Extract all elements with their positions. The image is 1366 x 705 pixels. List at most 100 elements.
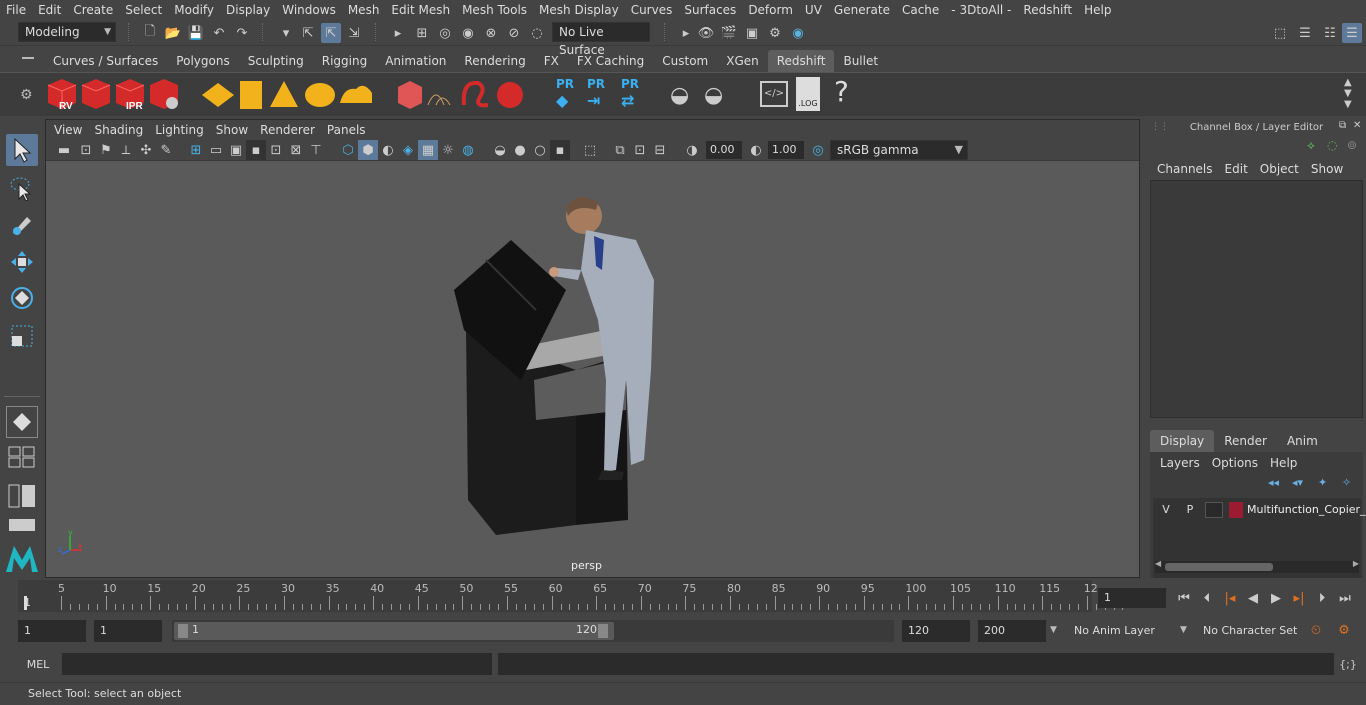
shelf-tab-xgen[interactable]: XGen bbox=[717, 50, 768, 72]
exposure-field[interactable]: 0.00 bbox=[706, 141, 742, 159]
channel-menu-channels[interactable]: Channels bbox=[1151, 162, 1219, 176]
pr-icon-2[interactable]: PR ⇥ bbox=[587, 77, 605, 110]
channel-box-toggle-icon[interactable]: ☰ bbox=[1342, 23, 1362, 43]
snap-plane-icon[interactable]: ⊗ bbox=[481, 23, 501, 43]
shelf-tab-rigging[interactable]: Rigging bbox=[313, 50, 376, 72]
layer-display-type[interactable] bbox=[1205, 502, 1223, 518]
channel-menu-object[interactable]: Object bbox=[1254, 162, 1305, 176]
workspace-dropdown[interactable]: Modeling ▼ bbox=[18, 22, 116, 42]
shelf-tab-fx-caching[interactable]: FX Caching bbox=[568, 50, 653, 72]
scene-model[interactable] bbox=[426, 180, 686, 550]
shelf-tab-redshift[interactable]: Redshift bbox=[767, 50, 835, 72]
grid-icon[interactable]: ⊞ bbox=[186, 140, 206, 160]
new-layer-icon[interactable]: ✦ bbox=[1318, 476, 1327, 489]
snap-surface-icon[interactable]: ⊘ bbox=[504, 23, 524, 43]
viewport-menu-shading[interactable]: Shading bbox=[88, 120, 149, 140]
shelf-tab-custom[interactable]: Custom bbox=[653, 50, 717, 72]
move-layer-up-icon[interactable]: ◂◂ bbox=[1268, 476, 1279, 489]
wireframe-icon[interactable]: ⬡ bbox=[338, 140, 358, 160]
menu-mesh[interactable]: Mesh bbox=[342, 0, 386, 20]
two-d-pan-icon[interactable]: ✣ bbox=[136, 140, 156, 160]
attribute-editor-icon[interactable]: ☰ bbox=[1295, 23, 1315, 43]
time-slider-track[interactable]: 1 5 10 15 20 25 30 35 40 45 50 55 60 65 70 75 80 85 90 95 1… bbox=[18, 580, 1124, 612]
menu-edit-mesh[interactable]: Edit Mesh bbox=[385, 0, 456, 20]
play-backward-icon[interactable]: ◀ bbox=[1243, 588, 1263, 608]
range-slider[interactable]: 1 120 bbox=[172, 620, 894, 642]
anim-layer-dropdown[interactable]: No Anim Layer bbox=[1068, 620, 1178, 642]
bowl-icon-1[interactable]: ◒ bbox=[670, 83, 689, 108]
gate-mask-icon[interactable]: ▪ bbox=[246, 140, 266, 160]
menu-select[interactable]: Select bbox=[119, 0, 168, 20]
viewport-menu-renderer[interactable]: Renderer bbox=[254, 120, 321, 140]
bowl-icon-2[interactable]: ◒ bbox=[704, 83, 723, 108]
animation-end-field[interactable]: 200 bbox=[978, 620, 1046, 642]
menu-curves[interactable]: Curves bbox=[625, 0, 679, 20]
xray-icon[interactable]: ▪ bbox=[550, 140, 570, 160]
menu-file[interactable]: File bbox=[0, 0, 32, 20]
play-forward-icon[interactable]: ▶ bbox=[1266, 588, 1286, 608]
snap-curve-icon[interactable]: ◎ bbox=[435, 23, 455, 43]
range-handle-right[interactable] bbox=[598, 624, 608, 638]
field-chart-icon[interactable]: ⊡ bbox=[266, 140, 286, 160]
safe-title-icon[interactable]: ⊤ bbox=[306, 140, 326, 160]
select-component-icon[interactable]: ⇱ bbox=[321, 23, 341, 43]
current-frame-field[interactable]: 1 bbox=[1098, 588, 1166, 608]
playback-end-field[interactable]: 120 bbox=[902, 620, 970, 642]
select-tool-icon[interactable] bbox=[6, 134, 38, 166]
layer-playback-toggle[interactable]: P bbox=[1181, 502, 1199, 518]
step-forward-frame-icon[interactable]: ▸| bbox=[1289, 588, 1309, 608]
go-to-start-icon[interactable]: ⏮ bbox=[1174, 588, 1194, 608]
grease-pencil-icon[interactable]: ✎ bbox=[156, 140, 176, 160]
shelf-tab-animation[interactable]: Animation bbox=[376, 50, 455, 72]
smooth-shade-icon[interactable]: ⬢ bbox=[358, 140, 378, 160]
help-icon[interactable]: ? bbox=[834, 75, 849, 108]
modeling-toolkit-icon[interactable]: ⬚ bbox=[1270, 23, 1290, 43]
layer-scrollbar[interactable]: ◀ ▶ bbox=[1155, 559, 1359, 573]
xray-active-icon[interactable]: ⊡ bbox=[630, 140, 650, 160]
menu-windows[interactable]: Windows bbox=[276, 0, 342, 20]
menu-edit[interactable]: Edit bbox=[32, 0, 67, 20]
menu-cache[interactable]: Cache bbox=[896, 0, 945, 20]
bookmark-icon[interactable]: ⚑ bbox=[96, 140, 116, 160]
paint-select-icon[interactable] bbox=[6, 208, 38, 240]
shaded-wireframe-icon[interactable]: ◐ bbox=[378, 140, 398, 160]
use-lights-icon[interactable]: ▦ bbox=[418, 140, 438, 160]
channel-menu-edit[interactable]: Edit bbox=[1219, 162, 1254, 176]
select-by-type-icon[interactable]: ⇲ bbox=[344, 23, 364, 43]
menu-mesh-display[interactable]: Mesh Display bbox=[533, 0, 625, 20]
exposure-icon[interactable]: ◑ bbox=[682, 140, 702, 160]
history-icon[interactable]: ▸ bbox=[676, 23, 696, 43]
log-icon[interactable]: .LOG bbox=[796, 77, 820, 111]
xray-joints-icon[interactable]: ⧉ bbox=[610, 140, 630, 160]
shelf-tab-curves-surfaces[interactable]: Curves / Surfaces bbox=[44, 50, 167, 72]
viewport-menu-panels[interactable]: Panels bbox=[321, 120, 372, 140]
layer-tab-render[interactable]: Render bbox=[1214, 430, 1277, 452]
step-back-frame-icon[interactable]: |◂ bbox=[1220, 588, 1240, 608]
shadows-icon[interactable]: ☼ bbox=[438, 140, 458, 160]
color-management-icon[interactable]: ◎ bbox=[808, 140, 828, 160]
animation-prefs-icon[interactable]: ⚙ bbox=[1334, 620, 1354, 640]
time-slider[interactable]: 1 5 10 15 20 25 30 35 40 45 50 55 60 65 70 75 80 85 90 95 1… bbox=[0, 580, 1366, 616]
redo-icon[interactable]: ↷ bbox=[232, 23, 252, 43]
image-plane-icon[interactable]: ⟂ bbox=[116, 140, 136, 160]
viewport-menu-show[interactable]: Show bbox=[210, 120, 254, 140]
menu-modify[interactable]: Modify bbox=[168, 0, 220, 20]
textured-icon[interactable]: ◈ bbox=[398, 140, 418, 160]
move-layer-down-icon[interactable]: ◂▾ bbox=[1292, 476, 1303, 489]
gear-icon[interactable]: ⚙ bbox=[20, 87, 33, 103]
chevron-down-icon[interactable]: ▼ bbox=[1050, 625, 1057, 635]
render-frame-icon[interactable]: 🎬 bbox=[719, 23, 739, 43]
menu-deform[interactable]: Deform bbox=[742, 0, 799, 20]
menu-mesh-tools[interactable]: Mesh Tools bbox=[456, 0, 533, 20]
menu-create[interactable]: Create bbox=[67, 0, 119, 20]
float-icon[interactable]: ⧉ bbox=[1339, 120, 1346, 131]
new-scene-icon[interactable]: 🗋 bbox=[140, 23, 160, 43]
hyper-icon[interactable]: ⊚ bbox=[1347, 138, 1357, 152]
snap-live-icon[interactable]: ◌ bbox=[527, 23, 547, 43]
animation-start-field[interactable]: 1 bbox=[18, 620, 86, 642]
menu-uv[interactable]: UV bbox=[799, 0, 828, 20]
safe-action-icon[interactable]: ⊠ bbox=[286, 140, 306, 160]
select-object-icon[interactable]: ⇱ bbox=[298, 23, 318, 43]
range-handle-left[interactable] bbox=[178, 624, 188, 638]
render-view-icon[interactable]: 👁 bbox=[696, 23, 716, 43]
